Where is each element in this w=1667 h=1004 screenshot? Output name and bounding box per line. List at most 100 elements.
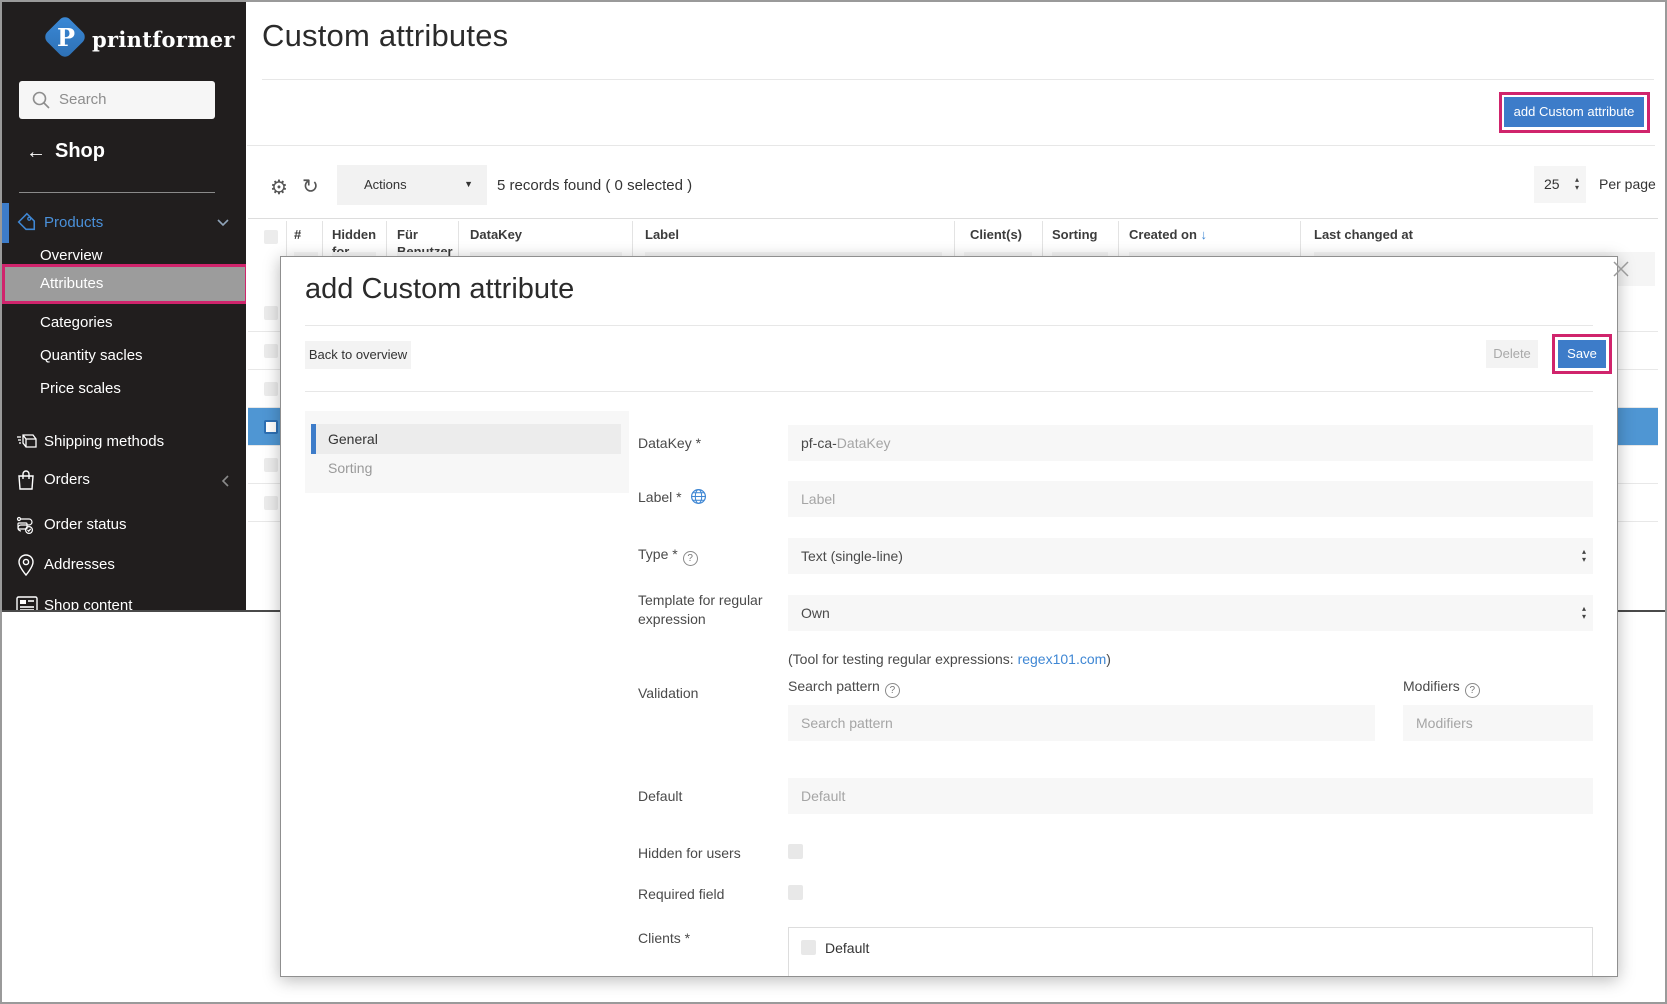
hidden-for-users-checkbox[interactable]: [788, 844, 803, 859]
sidebar-item-addresses[interactable]: Addresses: [2, 550, 246, 580]
search-pattern-placeholder: Search pattern: [801, 715, 893, 731]
caret-down-icon: ▼: [464, 179, 473, 189]
datakey-input[interactable]: pf-ca-DataKey: [788, 425, 1593, 461]
add-custom-attribute-modal: add Custom attribute Back to overview De…: [280, 256, 1618, 977]
settings-gear-icon[interactable]: ⚙: [270, 175, 288, 200]
sidebar-item-shop-content[interactable]: Shop content: [2, 591, 246, 610]
delete-button[interactable]: Delete: [1486, 340, 1538, 368]
actions-label: Actions: [364, 177, 407, 192]
label-label: Label *: [638, 488, 707, 507]
sidebar-item-label: Shipping methods: [44, 433, 165, 450]
datakey-label: DataKey *: [638, 435, 702, 451]
label-input[interactable]: Label: [788, 481, 1593, 517]
sidebar-divider: [19, 192, 215, 193]
search-placeholder: Search: [59, 91, 107, 108]
brand-name: printformer: [92, 27, 235, 52]
help-icon[interactable]: ?: [1464, 683, 1480, 698]
sidebar-item-label: Orders: [44, 471, 90, 488]
modal-divider: [305, 391, 1593, 392]
select-all-checkbox[interactable]: [264, 230, 278, 244]
shipping-box-icon: [15, 430, 39, 458]
back-to-shop[interactable]: ← Shop: [26, 140, 105, 164]
table-top-border: [248, 218, 1658, 219]
row-checkbox[interactable]: [264, 496, 278, 510]
search-pattern-text: Search pattern: [788, 678, 880, 694]
modifiers-placeholder: Modifiers: [1416, 715, 1473, 731]
records-count: 5 records found ( 0 selected ): [497, 177, 693, 194]
save-button[interactable]: Save: [1558, 340, 1606, 368]
type-value: Text (single-line): [801, 548, 903, 564]
sidebar-item-label: Products: [44, 214, 104, 231]
nav-label: General: [328, 431, 378, 447]
modal-nav-general[interactable]: General: [311, 424, 621, 454]
type-select[interactable]: Text (single-line) ▴ ▾: [788, 538, 1593, 574]
close-icon[interactable]: [1611, 259, 1631, 279]
note-prefix: (Tool for testing regular expressions:: [788, 651, 1018, 667]
search-input[interactable]: Search: [19, 81, 215, 119]
regex101-link[interactable]: regex101.com: [1018, 651, 1107, 667]
sidebar-item-label: Order status: [44, 516, 127, 533]
row-checkbox[interactable]: [264, 458, 278, 472]
sidebar-item-label: Shop content: [44, 597, 133, 610]
tag-icon: [15, 211, 37, 237]
sidebar-item-shipping-methods[interactable]: Shipping methods: [2, 427, 246, 457]
help-icon[interactable]: ?: [884, 683, 900, 698]
modifiers-input[interactable]: Modifiers: [1403, 705, 1593, 741]
select-stepper-icon: ▴ ▾: [1574, 175, 1579, 192]
row-checkbox[interactable]: [264, 344, 278, 358]
row-checkbox[interactable]: [264, 382, 278, 396]
sidebar: P printformer Search ← Shop Products Over…: [2, 2, 246, 610]
hidden-for-users-label: Hidden for users: [638, 845, 741, 861]
column-header-sorting[interactable]: Sorting: [1052, 226, 1112, 243]
modifiers-label: Modifiers?: [1403, 678, 1480, 698]
sidebar-item-label: Addresses: [44, 556, 115, 573]
search-pattern-input[interactable]: Search pattern: [788, 705, 1375, 741]
column-header-label[interactable]: Label: [645, 226, 795, 243]
annotation-box-add-button: [1499, 92, 1650, 133]
row-checkbox-checked[interactable]: [264, 420, 278, 434]
toolbar-divider: [247, 145, 1655, 146]
regex-note: (Tool for testing regular expressions: r…: [788, 651, 1111, 667]
default-input[interactable]: Default: [788, 778, 1593, 814]
modifiers-text: Modifiers: [1403, 678, 1460, 694]
refresh-icon[interactable]: ↻: [302, 174, 319, 199]
sidebar-item-overview[interactable]: Overview: [40, 247, 103, 264]
validation-label: Validation: [638, 685, 699, 701]
clients-label: Clients *: [638, 930, 691, 946]
client-default-checkbox[interactable]: [801, 940, 816, 955]
sidebar-item-products[interactable]: Products: [2, 208, 246, 238]
content-layout-icon: [15, 594, 39, 610]
header-divider: [262, 79, 1654, 80]
column-header-clients[interactable]: Client(s): [970, 226, 1040, 243]
actions-dropdown[interactable]: Actions ▼: [337, 165, 487, 205]
sidebar-item-categories[interactable]: Categories: [40, 314, 113, 331]
help-icon[interactable]: ?: [682, 551, 698, 566]
per-page-label: Per page: [1599, 176, 1656, 192]
sidebar-item-orders[interactable]: Orders: [2, 465, 246, 495]
template-select[interactable]: Own ▴ ▾: [788, 595, 1593, 631]
column-header-created-on[interactable]: Created on ↓: [1129, 226, 1289, 243]
active-indicator-bar: [311, 424, 316, 454]
column-header-last-changed[interactable]: Last changed at: [1314, 226, 1514, 243]
template-value: Own: [801, 605, 830, 621]
globe-icon[interactable]: [690, 488, 707, 505]
sidebar-item-price-scales[interactable]: Price scales: [40, 380, 121, 397]
row-checkbox[interactable]: [264, 306, 278, 320]
map-pin-icon: [15, 553, 37, 583]
datakey-prefix: pf-ca-: [801, 435, 837, 451]
column-header-datakey[interactable]: DataKey: [470, 226, 620, 243]
column-header-index[interactable]: #: [294, 226, 314, 243]
required-field-label: Required field: [638, 886, 725, 902]
clients-list: Default: [788, 927, 1593, 976]
note-suffix: ): [1106, 651, 1111, 667]
back-to-overview-button[interactable]: Back to overview: [305, 341, 411, 369]
sidebar-item-attributes[interactable]: Attributes: [2, 264, 246, 304]
per-page-select[interactable]: 25 ▴ ▾: [1534, 166, 1586, 203]
required-field-checkbox[interactable]: [788, 885, 803, 900]
sidebar-item-quantity-sacles[interactable]: Quantity sacles: [40, 347, 143, 364]
default-label: Default: [638, 788, 683, 804]
modal-divider: [305, 325, 1593, 326]
sidebar-item-order-status[interactable]: Order status: [2, 510, 246, 540]
modal-nav-sorting[interactable]: Sorting: [328, 460, 372, 476]
order-status-icon: [15, 513, 39, 541]
